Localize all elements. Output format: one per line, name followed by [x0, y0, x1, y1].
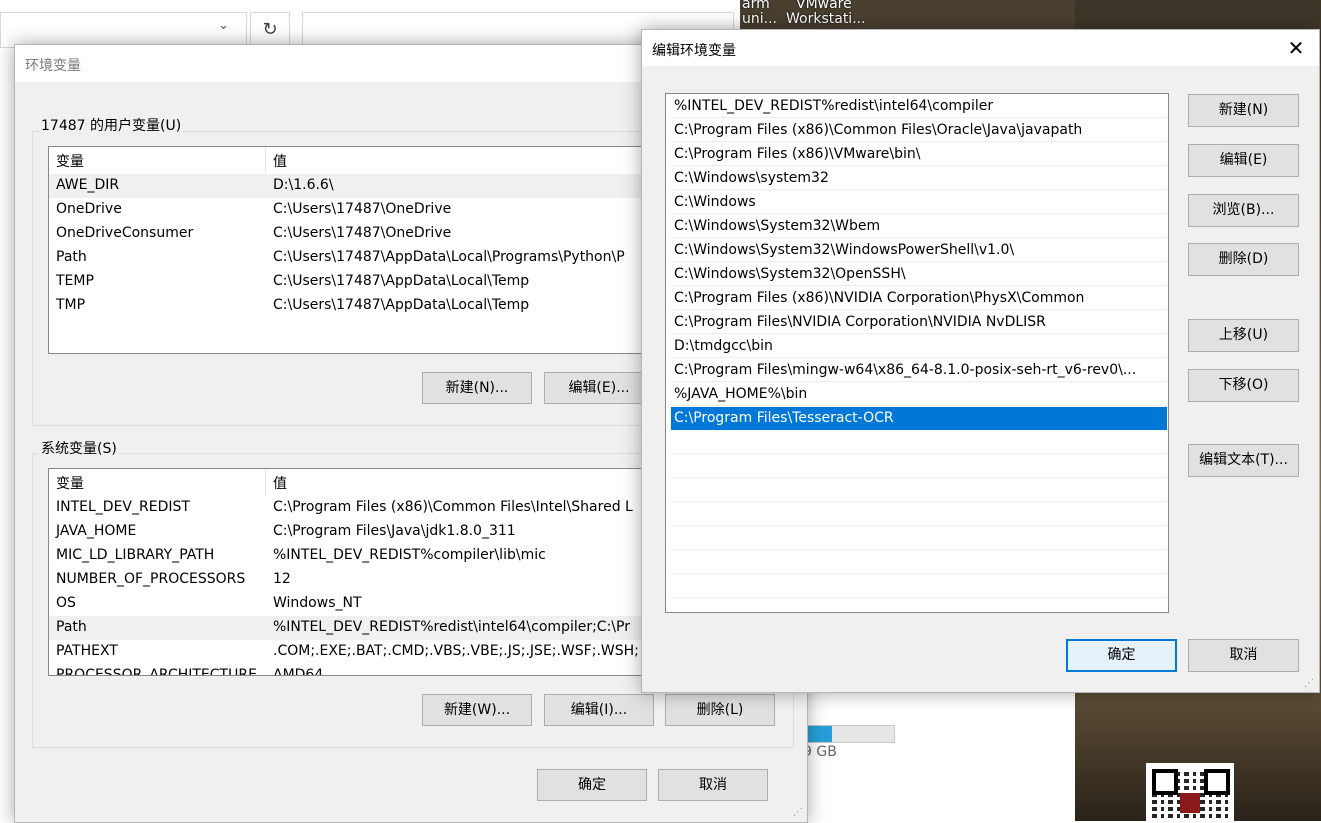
variable-name: TEMP [56, 273, 94, 289]
variable-name: OS [56, 595, 76, 611]
resize-grip-icon[interactable]: ⋰ [793, 807, 803, 818]
variable-name: PATHEXT [56, 643, 118, 659]
titlebar[interactable]: 编辑环境变量 ✕ [642, 30, 1319, 66]
new-button[interactable]: 新建(N) [1188, 94, 1299, 127]
path-entry[interactable]: C:\Program Files (x86)\NVIDIA Corporatio… [671, 287, 1167, 310]
variable-value: C:\Program Files (x86)\Common Files\Inte… [273, 499, 633, 515]
variable-value: C:\Users\17487\AppData\Local\Temp [273, 297, 530, 313]
variable-name: PROCESSOR_ARCHITECTURE [56, 667, 257, 676]
storage-progress-fill [806, 726, 832, 742]
empty-list-row[interactable] [671, 455, 1167, 478]
delete-button[interactable]: 删除(D) [1188, 243, 1299, 276]
variable-name: Path [56, 619, 87, 635]
empty-list-row[interactable] [671, 527, 1167, 550]
refresh-icon[interactable]: ↻ [250, 12, 290, 48]
empty-list-row[interactable] [671, 503, 1167, 526]
ok-button[interactable]: 确定 [1066, 639, 1177, 672]
close-icon[interactable]: ✕ [1273, 32, 1319, 64]
path-entry[interactable]: D:\tmdgcc\bin [671, 335, 1167, 358]
path-entry[interactable]: C:\Program Files\mingw-w64\x86_64-8.1.0-… [671, 359, 1167, 382]
edit-environment-variable-window: 编辑环境变量 ✕ %INTEL_DEV_REDIST%redist\intel6… [641, 29, 1320, 693]
variable-name: Path [56, 249, 87, 265]
resize-grip-icon[interactable]: ⋰ [1304, 678, 1314, 689]
empty-list-row[interactable] [671, 431, 1167, 454]
move-down-button[interactable]: 下移(O) [1188, 369, 1299, 402]
variable-name: OneDriveConsumer [56, 225, 194, 241]
variable-name: TMP [56, 297, 86, 313]
desktop-icon-vmware[interactable]: VMware Workstati... [786, 0, 876, 27]
variable-value: %INTEL_DEV_REDIST%redist\intel64\compile… [273, 619, 630, 635]
edit-button[interactable]: 编辑(E) [1188, 144, 1299, 177]
address-bar[interactable] [0, 12, 247, 48]
ok-button[interactable]: 确定 [537, 769, 647, 801]
empty-list-row[interactable] [671, 479, 1167, 502]
window-title: 编辑环境变量 [652, 43, 736, 59]
desktop-icon-label-line: Workstati... [786, 11, 866, 27]
path-entry[interactable]: C:\Windows\System32\WindowsPowerShell\v1… [671, 239, 1167, 262]
column-header-value[interactable]: 值 [273, 151, 287, 171]
path-entry[interactable]: C:\Program Files (x86)\Common Files\Orac… [671, 119, 1167, 142]
column-header-value[interactable]: 值 [273, 473, 287, 493]
path-entry[interactable]: C:\Program Files\NVIDIA Corporation\NVID… [671, 311, 1167, 334]
variable-name: MIC_LD_LIBRARY_PATH [56, 547, 215, 563]
column-header-variable[interactable]: 变量 [56, 151, 84, 171]
path-entry[interactable]: C:\Windows\system32 [671, 167, 1167, 190]
variable-value: %INTEL_DEV_REDIST%compiler\lib\mic [273, 547, 546, 563]
variable-name: OneDrive [56, 201, 122, 217]
storage-progress-bar [805, 725, 895, 743]
path-entry[interactable]: C:\Windows [671, 191, 1167, 214]
path-entry[interactable]: C:\Program Files (x86)\VMware\bin\ [671, 143, 1167, 166]
desktop-icon-label[interactable]: arm uni... [742, 0, 782, 27]
edit-text-button[interactable]: 编辑文本(T)... [1188, 444, 1299, 477]
variable-value: Windows_NT [273, 595, 362, 611]
qr-code-image [1146, 763, 1234, 821]
system-new-button[interactable]: 新建(W)... [422, 694, 532, 726]
system-variables-label: 系统变量(S) [39, 438, 119, 458]
user-new-button[interactable]: 新建(N)... [422, 372, 532, 404]
path-entry[interactable]: C:\Windows\System32\OpenSSH\ [671, 263, 1167, 286]
chevron-down-icon[interactable]: ⌄ [218, 18, 238, 38]
browse-button[interactable]: 浏览(B)... [1188, 194, 1299, 227]
cancel-button[interactable]: 取消 [1188, 639, 1299, 672]
user-edit-button[interactable]: 编辑(E)... [544, 372, 654, 404]
system-edit-button[interactable]: 编辑(I)... [544, 694, 654, 726]
path-entry[interactable]: C:\Windows\System32\Wbem [671, 215, 1167, 238]
move-up-button[interactable]: 上移(U) [1188, 319, 1299, 352]
variable-value: D:\1.6.6\ [273, 177, 334, 193]
variable-name: NUMBER_OF_PROCESSORS [56, 571, 246, 587]
variable-value: C:\Users\17487\AppData\Local\Temp [273, 273, 530, 289]
variable-value: .COM;.EXE;.BAT;.CMD;.VBS;.VBE;.JS;.JSE;.… [273, 643, 639, 659]
empty-list-row[interactable] [671, 551, 1167, 574]
variable-value: 12 [273, 571, 291, 587]
variable-name: JAVA_HOME [56, 523, 137, 539]
path-entry[interactable]: %JAVA_HOME%\bin [671, 383, 1167, 406]
path-entries-list[interactable]: %INTEL_DEV_REDIST%redist\intel64\compile… [665, 93, 1169, 613]
path-entry[interactable]: C:\Program Files\Tesseract-OCR [671, 407, 1167, 430]
variable-name: AWE_DIR [56, 177, 120, 193]
path-entry[interactable]: %INTEL_DEV_REDIST%redist\intel64\compile… [671, 95, 1167, 118]
variable-value: C:\Program Files\Java\jdk1.8.0_311 [273, 523, 516, 539]
variable-value: C:\Users\17487\OneDrive [273, 225, 452, 241]
desktop-icon-label-line: uni... [742, 11, 777, 27]
column-header-variable[interactable]: 变量 [56, 473, 84, 493]
variable-name: INTEL_DEV_REDIST [56, 499, 190, 515]
system-delete-button[interactable]: 删除(L) [665, 694, 775, 726]
cancel-button[interactable]: 取消 [658, 769, 768, 801]
variable-value: C:\Users\17487\AppData\Local\Programs\Py… [273, 249, 625, 265]
storage-text: 9 GB [803, 744, 837, 760]
variable-value: AMD64 [273, 667, 324, 676]
window-title: 环境变量 [25, 58, 81, 74]
empty-list-row[interactable] [671, 575, 1167, 598]
user-variables-label: 17487 的用户变量(U) [39, 115, 184, 135]
variable-value: C:\Users\17487\OneDrive [273, 201, 452, 217]
